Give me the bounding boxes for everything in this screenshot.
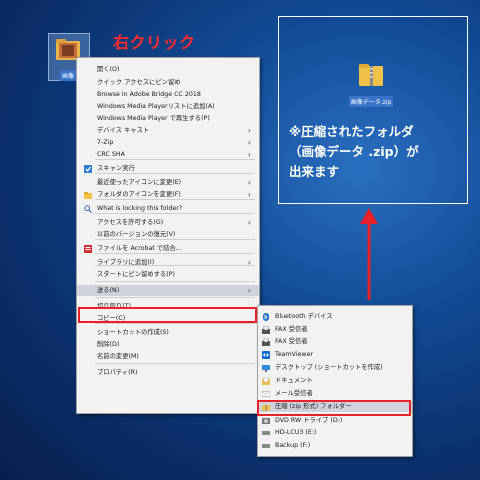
context-menu-item-label: アクセスを許可する(G) — [97, 219, 164, 226]
dvd-icon — [262, 417, 270, 425]
context-menu-item[interactable]: Browse in Adobe Bridge CC 2018 — [77, 89, 259, 100]
menu-separator — [95, 159, 255, 160]
context-menu-item-label: 7-Zip — [97, 139, 114, 146]
send-to-item[interactable]: DVD RW ドライブ (D:) — [258, 415, 412, 426]
context-menu-item-label: スタートにピン留めする(P) — [97, 271, 175, 278]
context-menu-item-label: デバイス キャスト — [97, 127, 150, 134]
zip-folder-icon — [356, 59, 386, 89]
chevron-right-icon: › — [247, 218, 251, 227]
chevron-right-icon: › — [247, 258, 251, 267]
send-to-item-label: ドキュメント — [275, 377, 313, 384]
drive-icon — [262, 442, 270, 450]
send-to-item[interactable]: Bluetooth デバイス — [258, 311, 412, 322]
send-to-item-label: Bluetooth デバイス — [275, 313, 333, 320]
chevron-right-icon: › — [247, 138, 251, 147]
result-note-line1: ※圧縮されたフォルダ — [289, 124, 414, 139]
mail-icon — [261, 390, 271, 398]
send-to-item[interactable]: HD-LCU3 (E:) — [258, 427, 412, 438]
desktop-folder-label: 画像 — [59, 70, 76, 81]
right-click-annotation: 右クリック — [113, 33, 196, 52]
folder-icon — [84, 191, 92, 199]
chevron-right-icon: › — [247, 286, 251, 295]
context-menu-item-label: 名前の変更(M) — [97, 353, 139, 360]
context-menu-item[interactable]: アクセスを許可する(G) › — [77, 217, 259, 228]
context-menu-item[interactable]: 削除(D) — [77, 339, 259, 350]
send-to-item-label: FAX 受信者 — [275, 338, 308, 345]
context-menu-item-label: 最近使ったアイコンに変更(E) — [97, 179, 182, 186]
send-to-item-label: デスクトップ (ショートカットを作成) — [275, 364, 383, 371]
menu-separator — [95, 323, 255, 324]
bluetooth-icon — [262, 313, 270, 321]
context-menu-item-label: 削除(D) — [97, 341, 120, 348]
send-to-submenu: Bluetooth デバイス FAX 受信者 FAX 受信者 TeamViewer デス… — [257, 305, 413, 457]
context-menu-item-label: 送る(N) — [97, 287, 120, 294]
chevron-right-icon: › — [247, 178, 251, 187]
context-menu-item[interactable]: 名前の変更(M) — [77, 351, 259, 362]
desktop-icon — [262, 364, 270, 372]
send-to-item-label: Backup (F:) — [275, 442, 311, 449]
result-note: ※圧縮されたフォルダ （画像データ .zip）が 出来ます — [289, 122, 459, 182]
zip-folder-label: 画像データ.zip — [348, 96, 394, 107]
menu-separator — [95, 213, 255, 214]
send-to-item-label: HD-LCU3 (E:) — [275, 429, 317, 436]
menu-separator — [95, 265, 255, 266]
context-menu-item[interactable]: プロパティ(R) — [77, 367, 259, 378]
context-menu-item-label: Windows Media Player で再生する(P) — [97, 115, 210, 122]
send-to-item-label: FAX 受信者 — [275, 326, 308, 333]
pdf-icon — [84, 245, 92, 253]
documents-icon — [262, 376, 270, 385]
teamviewer-icon — [262, 351, 270, 359]
context-menu-item-label: プロパティ(R) — [97, 369, 138, 376]
context-menu-item[interactable]: Windows Media Player で再生する(P) — [77, 113, 259, 124]
context-menu-item[interactable]: ライブラリに追加(I) › — [77, 257, 259, 268]
context-menu-item[interactable]: 最近使ったアイコンに変更(E) › — [77, 177, 259, 188]
send-to-item[interactable]: Backup (F:) — [258, 440, 412, 451]
zip-item-outline — [257, 400, 411, 416]
context-menu-item-label: クイック アクセスにピン留め — [97, 79, 181, 86]
context-menu-item[interactable]: デバイス キャスト › — [77, 125, 259, 136]
context-menu-item[interactable]: スタートにピン留めする(P) — [77, 269, 259, 280]
send-to-item-label: メール受信者 — [275, 390, 313, 397]
result-note-line3: 出来ます — [289, 164, 340, 179]
context-menu-item-label: ショートカットの作成(S) — [97, 329, 169, 336]
send-to-item[interactable]: FAX 受信者 — [258, 324, 412, 335]
result-note-line2: （画像データ .zip）が — [289, 144, 419, 159]
menu-separator — [95, 281, 255, 282]
chevron-right-icon: › — [247, 126, 251, 135]
drive-icon — [262, 429, 270, 437]
menu-separator — [95, 297, 255, 298]
send-to-item[interactable]: ドキュメント — [258, 375, 412, 386]
send-to-item[interactable]: メール受信者 — [258, 388, 412, 399]
context-menu-item-label: Browse in Adobe Bridge CC 2018 — [97, 91, 201, 98]
menu-separator — [95, 253, 255, 254]
send-to-item-label: DVD RW ドライブ (D:) — [275, 417, 343, 424]
menu-separator — [95, 239, 255, 240]
context-menu-item[interactable]: 開く(O) — [77, 64, 259, 75]
arrow-up-icon — [360, 208, 378, 300]
menu-separator — [95, 173, 255, 174]
context-menu-item-label: 開く(O) — [97, 66, 120, 73]
send-to-item[interactable]: FAX 受信者 — [258, 336, 412, 347]
menu-separator — [95, 363, 255, 364]
context-menu-item-label: Windows Media Playerリストに追加(A) — [97, 103, 215, 110]
context-menu-item[interactable]: 7-Zip › — [77, 137, 259, 148]
context-menu-item[interactable]: Windows Media Playerリストに追加(A) — [77, 101, 259, 112]
fax-icon — [262, 337, 270, 346]
context-menu-item[interactable]: 送る(N) › — [77, 285, 259, 296]
send-to-item[interactable]: デスクトップ (ショートカットを作成) — [258, 362, 412, 373]
send-to-outline — [78, 307, 257, 323]
context-menu: 開く(O) クイック アクセスにピン留め Browse in Adobe Bridg… — [76, 57, 260, 414]
menu-separator — [95, 199, 255, 200]
send-to-item-label: TeamViewer — [275, 351, 314, 358]
context-menu-item[interactable]: ショートカットの作成(S) — [77, 327, 259, 338]
search-icon — [84, 205, 92, 213]
send-to-item[interactable]: TeamViewer — [258, 349, 412, 360]
fax-icon — [262, 325, 270, 334]
context-menu-item-label: ライブラリに追加(I) — [97, 259, 155, 266]
zip-folder-result[interactable]: 画像データ.zip — [343, 59, 399, 107]
shield-icon — [84, 165, 92, 173]
context-menu-item[interactable]: クイック アクセスにピン留め — [77, 77, 259, 88]
